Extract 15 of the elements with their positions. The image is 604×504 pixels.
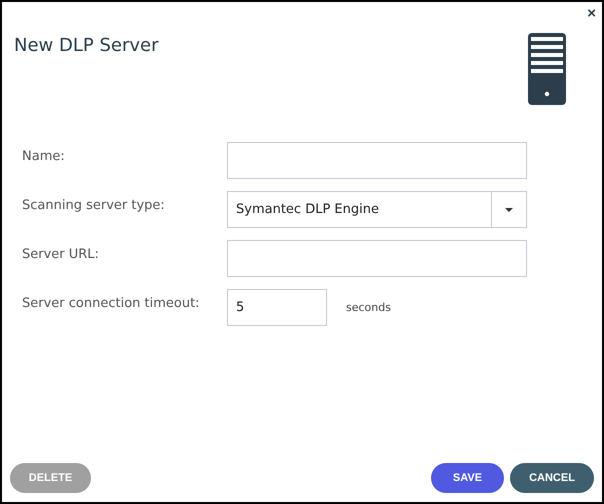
field-label: Server connection timeout: [22,295,201,311]
input-field[interactable]: 5 [227,289,327,326]
server-type-dropdown[interactable]: Symantec DLP Engine [227,191,527,228]
input-field[interactable] [227,240,527,277]
close-button[interactable]: × [587,6,596,22]
unit-label: seconds [346,301,391,314]
server-icon [528,33,566,105]
input-field[interactable] [227,142,527,179]
field-label: Name: [22,148,66,164]
cancel-button[interactable]: CANCEL [510,463,594,493]
caret-icon [505,208,513,212]
save-button[interactable]: SAVE [431,463,504,493]
field-label: Scanning server type: [22,197,166,213]
field-label: Server URL: [22,246,100,262]
dialog-title: New DLP Server [14,35,158,56]
